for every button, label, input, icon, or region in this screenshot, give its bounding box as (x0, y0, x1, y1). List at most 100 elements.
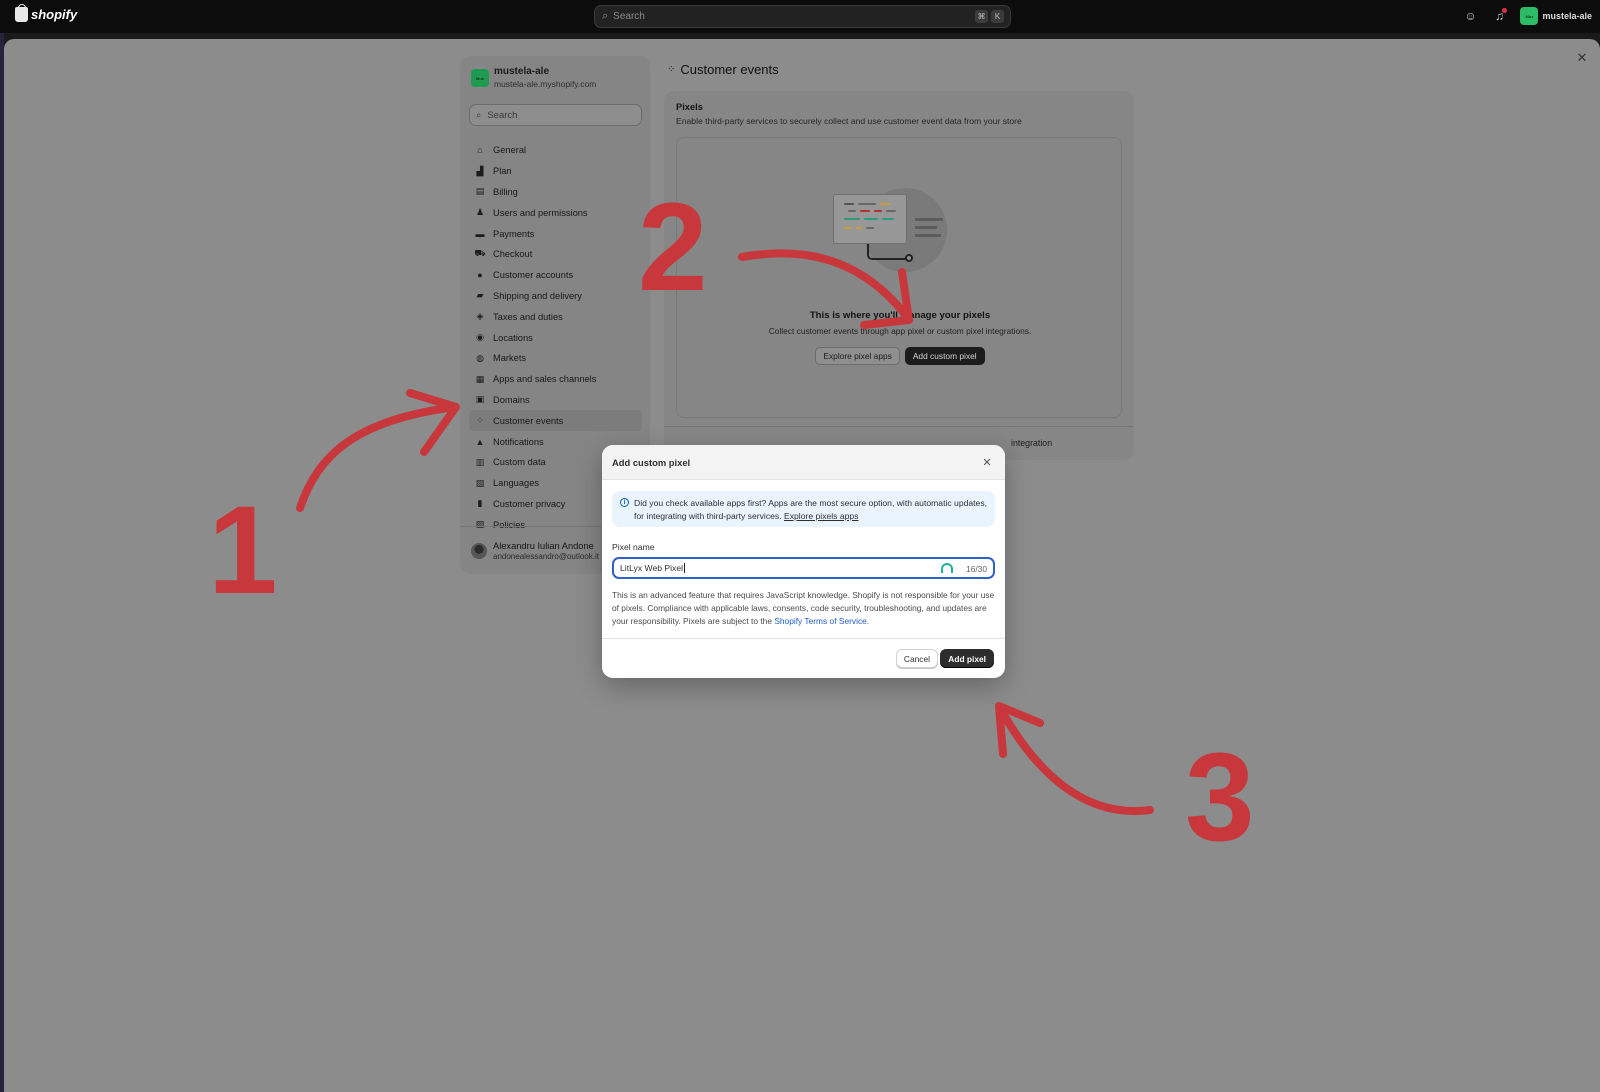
add-custom-pixel-modal: Add custom pixel ✕ i Did you check avail… (602, 445, 1005, 678)
page-title: ⁘ Customer events (667, 62, 779, 77)
autofill-extension-icon[interactable] (941, 563, 953, 573)
cancel-button[interactable]: Cancel (895, 649, 938, 668)
modal-title: Add custom pixel (612, 456, 691, 468)
store-avatar: Mus (1520, 7, 1539, 25)
text-caret (684, 563, 686, 573)
customer-events-icon: ⁘ (667, 64, 676, 75)
sidebar-item-label: Custom data (493, 457, 546, 468)
sidebar-item-label: Billing (493, 186, 518, 197)
store-logo: Mus (471, 69, 489, 87)
top-bar: shopify ⌕ Search ⌘ K ☺ ♫ Mus mustela-ale (0, 0, 1600, 33)
sidebar-item-apps-and-sales-channels[interactable]: ▦ Apps and sales channels (469, 369, 642, 390)
top-right-controls: ☺ ♫ Mus mustela-ale (1462, 7, 1592, 25)
sidebar-item-label: Customer events (493, 415, 564, 426)
sidebar-item-label: Locations (493, 332, 533, 343)
sidebar-item-label: Taxes and duties (493, 311, 563, 322)
modal-header: Add custom pixel ✕ (602, 445, 1005, 480)
sidebar-item-label: Markets (493, 353, 527, 364)
payment-icon: ▬ (475, 228, 485, 239)
sidebar-item-checkout[interactable]: ⛟ Checkout (469, 244, 642, 265)
sidebar-item-label: Shipping and delivery (493, 290, 582, 301)
pixel-name-input[interactable]: LitLyx Web Pixel 16/30 (612, 557, 995, 579)
sidebar-store-domain: mustela-ale.myshopify.com (494, 79, 597, 89)
sidebar-store-name: mustela-ale (494, 66, 550, 77)
data-icon: ▥ (475, 456, 485, 467)
sidebar-item-label: Payments (493, 228, 535, 239)
tax-icon: ◈ (476, 311, 484, 322)
explore-pixel-apps-button[interactable]: Explore pixel apps (815, 347, 900, 365)
sidebar-item-domains[interactable]: ▣ Domains (469, 390, 642, 411)
users-icon: ♟ (475, 207, 485, 218)
pixels-heading: Pixels (676, 102, 703, 112)
sidebar-item-general[interactable]: ⌂ General (469, 140, 642, 161)
disclaimer-text: This is an advanced feature that require… (612, 589, 995, 628)
logo-text: shopify (31, 7, 78, 22)
info-icon: i (620, 498, 629, 507)
user-avatar (471, 542, 487, 559)
globe-icon: ◍ (476, 352, 484, 363)
command-key-icon: ⌘ (975, 10, 988, 23)
sidebar-item-label: General (493, 145, 527, 156)
pixels-empty-state: This is where you'll manage your pixels … (676, 137, 1122, 418)
sidebar-item-markets[interactable]: ◍ Markets (469, 348, 642, 369)
pixel-name-value: LitLyx Web Pixel (620, 563, 684, 573)
terms-of-service-link[interactable]: Shopify Terms of Service (774, 616, 866, 626)
close-settings-icon[interactable]: ✕ (1574, 50, 1590, 66)
modal-footer: Cancel Add pixel (602, 638, 1005, 678)
store-icon: ⌂ (477, 145, 483, 156)
settings-search-input[interactable]: ⌕ Search (469, 104, 642, 126)
sidebar-item-taxes-and-duties[interactable]: ◈ Taxes and duties (469, 306, 642, 327)
sidekick-icon[interactable]: ☺ (1462, 8, 1478, 24)
events-icon: ⁘ (476, 415, 484, 426)
search-icon: ⌕ (602, 10, 609, 22)
empty-state-description: Collect customer events through app pixe… (768, 326, 1032, 336)
global-search-placeholder: Search (613, 11, 645, 22)
store-menu-button[interactable]: Mus mustela-ale (1520, 7, 1592, 25)
sidebar-item-payments[interactable]: ▬ Payments (469, 223, 642, 244)
notification-badge (1502, 8, 1508, 13)
add-custom-pixel-button[interactable]: Add custom pixel (904, 347, 985, 365)
global-search-input[interactable]: ⌕ Search ⌘ K (594, 5, 1011, 28)
sidebar-item-customer-accounts[interactable]: ● Customer accounts (469, 265, 642, 286)
card-footer-text[interactable]: integration (1011, 438, 1052, 448)
apps-icon: ▦ (475, 373, 485, 384)
add-pixel-button[interactable]: Add pixel (940, 649, 994, 668)
apps-info-banner: i Did you check available apps first? Ap… (612, 491, 995, 527)
sidebar-item-label: Customer privacy (493, 498, 566, 509)
sidebar-store: Mus mustela-ale mustela-ale.myshopify.co… (471, 66, 596, 89)
sidebar-item-users-and-permissions[interactable]: ♟ Users and permissions (469, 202, 642, 223)
disclaimer-end: . (866, 616, 870, 626)
chart-icon: ▟ (476, 165, 484, 176)
pixels-description: Enable third-party services to securely … (676, 116, 1022, 126)
person-icon: ● (477, 270, 483, 281)
sidebar-item-customer-events[interactable]: ⁘ Customer events (469, 410, 642, 432)
search-icon: ⌕ (476, 109, 482, 121)
empty-state-illustration (833, 182, 953, 292)
k-key-icon: K (991, 10, 1004, 23)
user-email: andonealessandro@outlook.it (493, 551, 599, 561)
domain-icon: ▣ (475, 394, 485, 405)
pin-icon: ◉ (476, 332, 484, 343)
notifications-bell-icon[interactable]: ♫ (1491, 8, 1508, 24)
sidebar-item-locations[interactable]: ◉ Locations (469, 327, 642, 348)
settings-search-placeholder: Search (487, 109, 518, 121)
sidebar-item-billing[interactable]: ▤ Billing (469, 182, 642, 203)
shopify-logo[interactable]: shopify (15, 4, 78, 22)
sidebar-item-label: Checkout (493, 249, 533, 260)
sidebar-item-label: Apps and sales channels (493, 374, 597, 385)
sidebar-item-label: Customer accounts (493, 270, 574, 281)
shopify-bag-icon (15, 4, 28, 22)
receipt-icon: ▤ (475, 186, 485, 197)
explore-pixels-apps-link[interactable]: Explore pixels apps (784, 511, 859, 521)
character-count: 16/30 (966, 564, 987, 574)
lock-icon: ▮ (477, 498, 483, 509)
sidebar-item-label: Users and permissions (493, 207, 588, 218)
sidebar-item-shipping-and-delivery[interactable]: ▰ Shipping and delivery (469, 286, 642, 307)
pixel-name-label: Pixel name (612, 542, 655, 552)
modal-close-icon[interactable]: ✕ (981, 456, 993, 469)
cart-icon: ⛟ (474, 248, 486, 259)
sidebar-item-label: Languages (493, 478, 540, 489)
empty-state-actions: Explore pixel apps Add custom pixel (677, 347, 1123, 365)
sidebar-item-plan[interactable]: ▟ Plan (469, 161, 642, 182)
truck-icon: ▰ (476, 290, 484, 301)
